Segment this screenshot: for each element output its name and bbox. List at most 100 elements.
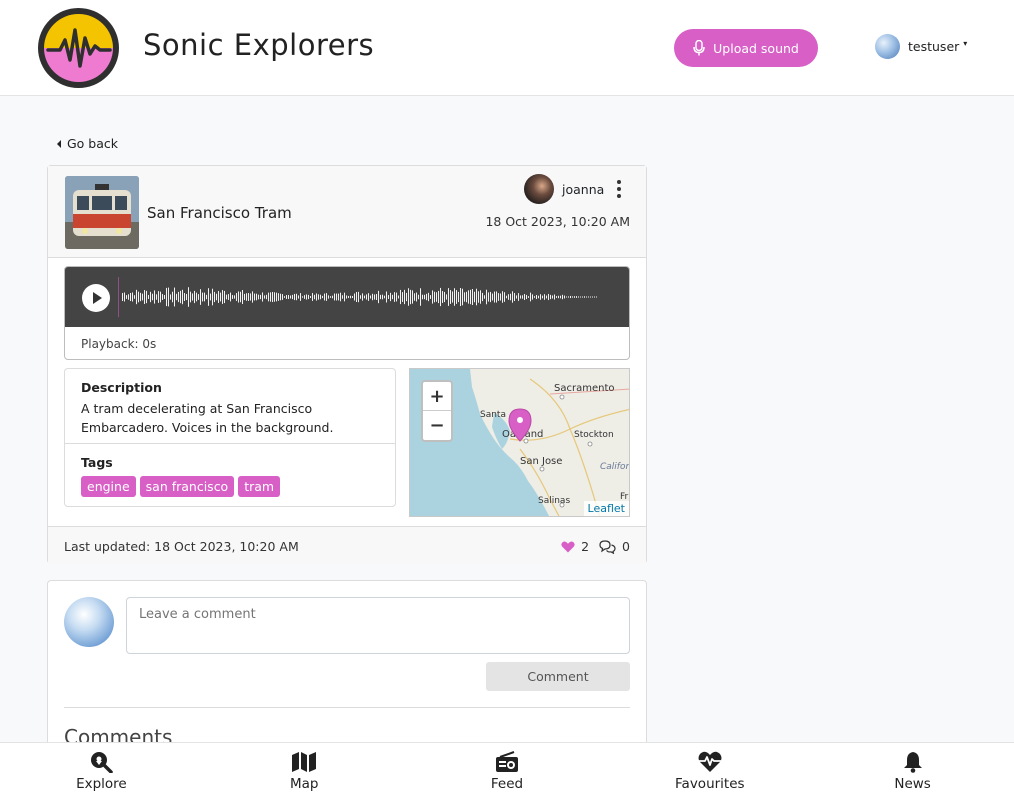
play-icon[interactable] <box>82 284 110 312</box>
waveform-bar <box>320 294 321 300</box>
likes-stat[interactable]: 2 <box>561 539 589 554</box>
waveform-bar <box>254 293 255 301</box>
waveform-bar <box>580 296 581 298</box>
waveform-bar <box>416 292 417 302</box>
waveform-bar <box>138 291 139 303</box>
waveform-bar <box>284 296 285 298</box>
sound-stats: 2 0 <box>561 539 630 554</box>
waveform-bar <box>178 291 179 303</box>
waveform-bar <box>468 290 469 304</box>
bottom-nav: Explore Map Feed Favourites News <box>0 742 1014 800</box>
go-back-link[interactable]: Go back <box>56 136 118 151</box>
waveform-bar <box>136 289 137 305</box>
waveform-bar <box>326 293 327 301</box>
upload-sound-button[interactable]: Upload sound <box>674 29 818 67</box>
nav-explore[interactable]: Explore <box>0 743 203 800</box>
waveform-bar <box>410 289 411 305</box>
tag-tram[interactable]: tram <box>238 476 281 497</box>
nav-feed[interactable]: Feed <box>406 743 609 800</box>
waveform[interactable] <box>118 277 598 317</box>
nav-favourites[interactable]: Favourites <box>608 743 811 800</box>
author-link[interactable]: joanna <box>524 174 604 204</box>
waveform-bar <box>162 294 163 300</box>
waveform-bar <box>280 293 281 301</box>
zoom-in-button[interactable]: + <box>423 382 451 411</box>
waveform-bar <box>142 293 143 301</box>
waveform-bar <box>346 295 347 299</box>
waveform-bar <box>400 289 401 305</box>
zoom-out-button[interactable]: − <box>423 411 451 440</box>
comment-input[interactable] <box>126 597 630 654</box>
waveform-bar <box>354 293 355 301</box>
heartbeat-icon <box>698 751 722 772</box>
waveform-bar <box>306 294 307 300</box>
waveform-bar <box>202 292 203 302</box>
waveform-bar <box>304 295 305 299</box>
waveform-bar <box>148 294 149 300</box>
waveform-bar <box>506 295 507 299</box>
waveform-bar <box>528 296 529 298</box>
waveform-bar <box>374 294 375 300</box>
waveform-bar <box>348 295 349 299</box>
waveform-bar <box>450 290 451 304</box>
app-logo[interactable] <box>38 8 119 88</box>
waveform-bar <box>490 291 491 303</box>
more-options-icon[interactable] <box>614 180 624 198</box>
waveform-bar <box>538 295 539 299</box>
waveform-bar <box>238 291 239 303</box>
waveform-bar <box>572 296 573 298</box>
username: testuser <box>908 39 960 54</box>
nav-map[interactable]: Map <box>203 743 406 800</box>
comments-stat[interactable]: 0 <box>599 539 630 554</box>
waveform-bar <box>218 291 219 303</box>
current-user-avatar <box>64 597 114 647</box>
waveform-bar <box>438 290 439 304</box>
waveform-bar <box>128 294 129 300</box>
waveform-bar <box>322 295 323 299</box>
user-menu[interactable]: testuser ▾ <box>875 34 967 59</box>
sound-thumbnail[interactable] <box>65 176 139 249</box>
waveform-bar <box>208 288 209 306</box>
waveform-bar <box>366 294 367 300</box>
waveform-bar <box>524 294 525 300</box>
waveform-bar <box>248 293 249 301</box>
sound-card: San Francisco Tram joanna 18 Oct 2023, 1… <box>47 165 647 564</box>
waveform-bar <box>124 292 125 302</box>
waveform-bar <box>182 289 183 305</box>
location-map[interactable]: Sacramento Santa Oakland Stockton San Jo… <box>409 368 630 517</box>
waveform-bar <box>428 292 429 302</box>
comment-submit-button[interactable]: Comment <box>486 662 630 691</box>
waveform-bar <box>190 291 191 303</box>
waveform-bar <box>548 293 549 301</box>
waveform-bar <box>480 290 481 304</box>
waveform-bar <box>296 293 297 301</box>
tag-engine[interactable]: engine <box>81 476 136 497</box>
nav-news[interactable]: News <box>811 743 1014 800</box>
waveform-bar <box>426 293 427 301</box>
waveform-bar <box>482 292 483 302</box>
waveform-bar <box>452 291 453 303</box>
waveform-bar <box>404 289 405 305</box>
waveform-bar <box>290 295 291 299</box>
sound-card-footer: Last updated: 18 Oct 2023, 10:20 AM 2 0 <box>48 526 646 564</box>
details-panel: Description A tram decelerating at San F… <box>64 368 396 507</box>
waveform-bar <box>232 295 233 299</box>
waveform-bar <box>470 289 471 305</box>
sound-date: 18 Oct 2023, 10:20 AM <box>485 214 630 229</box>
tag-san-francisco[interactable]: san francisco <box>139 476 235 497</box>
waveform-bar <box>130 292 131 302</box>
waveform-bar <box>302 296 303 298</box>
waveform-bar <box>308 294 309 300</box>
waveform-bar <box>292 294 293 300</box>
waveform-bar <box>270 292 271 302</box>
waveform-bar <box>484 295 485 299</box>
waveform-bar <box>272 291 273 303</box>
leaflet-attribution[interactable]: Leaflet <box>583 501 629 516</box>
description-heading: Description <box>81 380 162 395</box>
waveform-bar <box>316 293 317 301</box>
waveform-bar <box>508 294 509 300</box>
comments-icon <box>599 539 616 554</box>
waveform-bar <box>362 293 363 301</box>
brand-title[interactable]: Sonic Explorers <box>143 28 374 62</box>
waveform-bar <box>192 293 193 301</box>
